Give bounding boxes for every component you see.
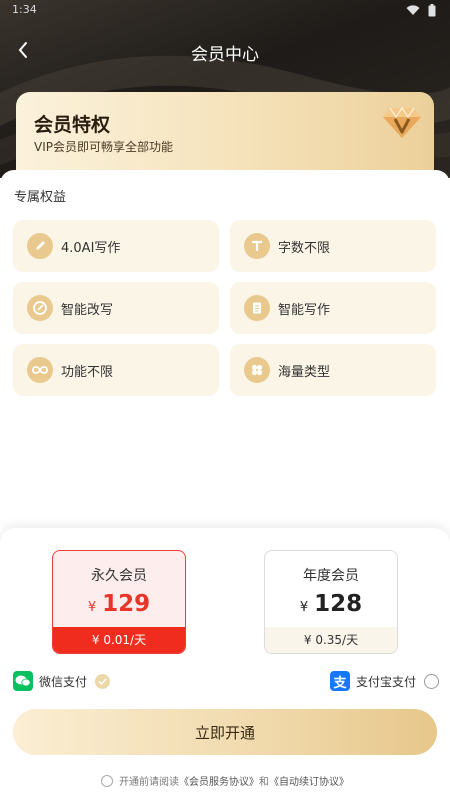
payment-alipay[interactable]: 支 支付宝支付 (330, 671, 440, 691)
benefit-massive-types: 海量类型 (230, 344, 436, 396)
check-icon[interactable] (95, 673, 111, 689)
agreement-and: 和 (259, 777, 269, 788)
agreement-radio[interactable] (101, 774, 113, 787)
benefit-label: 字数不限 (278, 240, 331, 256)
document-icon (244, 295, 270, 321)
wechat-icon (13, 671, 33, 691)
renewal-agreement-link[interactable]: 《自动续订协议》 (269, 773, 349, 788)
plan-per-day: ¥ 0.35/天 (265, 627, 397, 653)
plan-per-day: ¥ 0.01/天 (53, 627, 185, 653)
agreement-row: 开通前请阅读 《会员服务协议》 和 《自动续订协议》 (0, 773, 450, 788)
payment-alipay-label: 支付宝支付 (356, 674, 417, 689)
plan-annual[interactable]: 年度会员 ¥128 ¥ 0.35/天 (264, 550, 398, 654)
agreement-prefix: 开通前请阅读 (119, 777, 179, 788)
infinity-icon (27, 357, 53, 383)
plan-price: ¥128 (265, 591, 397, 617)
service-agreement-link[interactable]: 《会员服务协议》 (179, 773, 259, 788)
benefit-smart-rewrite: 智能改写 (13, 282, 219, 334)
header: 1:34 会员中心 会员特权 VIP会员即可畅享全部功能 (0, 0, 450, 178)
wifi-icon (406, 5, 420, 15)
status-icons (406, 4, 436, 17)
benefit-label: 智能改写 (61, 302, 114, 318)
plan-name: 永久会员 (91, 568, 147, 584)
plan-lifetime[interactable]: 永久会员 ¥129 ¥ 0.01/天 (52, 550, 186, 654)
status-time: 1:34 (12, 3, 37, 16)
battery-icon (428, 4, 436, 17)
plan-amount: 128 (314, 591, 363, 617)
plan-name: 年度会员 (303, 568, 359, 584)
benefits-section-title: 专属权益 (14, 190, 67, 205)
radio-icon[interactable] (424, 673, 440, 689)
plan-amount: 129 (102, 591, 151, 617)
alipay-icon: 支 (330, 671, 350, 691)
activate-now-button[interactable]: 立即开通 (13, 709, 437, 755)
benefit-label: 海量类型 (278, 364, 331, 380)
benefits-panel: 专属权益 4.0AI写作 字数不限 智能改写 智能写作 功能不限 海量类型 (0, 170, 450, 530)
payment-wechat[interactable]: 微信支付 (13, 671, 111, 691)
benefit-label: 智能写作 (278, 302, 331, 318)
vip-card-subtitle: VIP会员即可畅享全部功能 (34, 140, 173, 154)
payment-wechat-label: 微信支付 (39, 674, 88, 689)
pen-icon (27, 233, 53, 259)
edit-circle-icon (27, 295, 53, 321)
grid-flower-icon (244, 357, 270, 383)
plan-currency: ¥ (299, 600, 309, 615)
vip-card-title: 会员特权 (34, 114, 111, 136)
benefit-smart-writing: 智能写作 (230, 282, 436, 334)
plan-currency: ¥ (87, 600, 97, 615)
page-title: 会员中心 (191, 45, 259, 65)
text-t-icon (244, 233, 270, 259)
benefit-label: 4.0AI写作 (61, 240, 121, 256)
benefit-unlimited-words: 字数不限 (230, 220, 436, 272)
benefit-ai-writing: 4.0AI写作 (13, 220, 219, 272)
vip-card: 会员特权 VIP会员即可畅享全部功能 (16, 92, 434, 178)
diamond-vip-icon (383, 106, 421, 138)
purchase-panel: 永久会员 ¥129 ¥ 0.01/天 年度会员 ¥128 ¥ 0.35/天 微信… (0, 528, 450, 801)
plan-price: ¥129 (53, 591, 185, 617)
benefit-unlimited-features: 功能不限 (13, 344, 219, 396)
benefit-label: 功能不限 (61, 364, 114, 380)
